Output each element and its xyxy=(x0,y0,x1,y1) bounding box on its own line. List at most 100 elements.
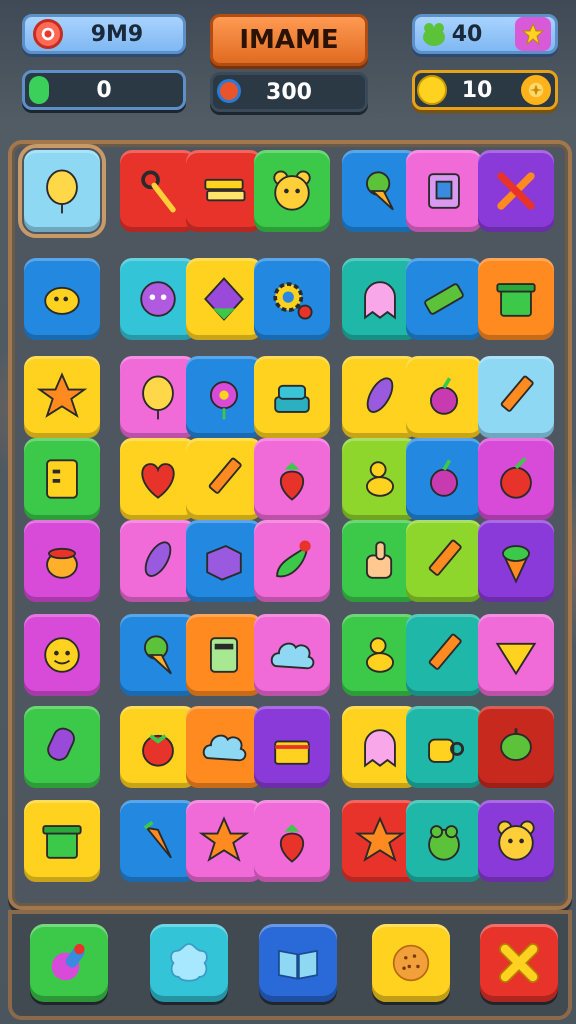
board-tile[interactable] xyxy=(478,258,554,340)
board-tile[interactable] xyxy=(24,800,100,882)
frog-icon xyxy=(428,825,460,861)
board-tile[interactable] xyxy=(478,800,554,882)
pencil-icon xyxy=(208,457,242,494)
chili-icon xyxy=(276,540,311,578)
notebook-icon xyxy=(46,459,78,499)
board-tile[interactable] xyxy=(186,438,262,520)
star-icon xyxy=(198,816,250,862)
star-burst-button[interactable] xyxy=(150,924,228,1002)
board-tile[interactable] xyxy=(186,614,262,696)
book-icon xyxy=(278,949,318,980)
bin-icon xyxy=(496,283,536,317)
cloud-icon xyxy=(270,642,315,670)
box-icon xyxy=(428,173,460,209)
board-tile[interactable] xyxy=(406,614,482,696)
board-tile[interactable] xyxy=(24,706,100,788)
add-coins-icon xyxy=(521,75,551,105)
board-tile[interactable] xyxy=(120,800,196,882)
cookie-button[interactable] xyxy=(372,924,450,1002)
board-tile[interactable] xyxy=(186,258,262,340)
paint-brush-icon xyxy=(51,943,85,981)
thumb-icon xyxy=(366,541,393,579)
gem-icon xyxy=(29,76,49,104)
board-tile[interactable] xyxy=(478,356,554,438)
gems-count: 0 xyxy=(96,77,112,103)
strawberry-icon xyxy=(279,462,305,501)
board-tile[interactable] xyxy=(406,800,482,882)
board-tile[interactable] xyxy=(120,520,196,602)
cookie-icon xyxy=(392,944,430,982)
coin-icon xyxy=(417,75,447,105)
board-tile[interactable] xyxy=(18,144,106,238)
board-tile[interactable] xyxy=(254,258,330,340)
tomato-icon xyxy=(142,734,174,767)
board-tile[interactable] xyxy=(24,258,100,340)
diamond-icon xyxy=(204,277,244,321)
board-tile[interactable] xyxy=(254,800,330,882)
board-tile[interactable] xyxy=(254,706,330,788)
board-tile[interactable] xyxy=(186,706,262,788)
board-tile[interactable] xyxy=(478,520,554,602)
gear-icon xyxy=(273,282,313,320)
board-tile[interactable] xyxy=(120,706,196,788)
board-tile[interactable] xyxy=(120,150,196,232)
lives-pill[interactable]: 40 xyxy=(412,14,558,54)
board-tile[interactable] xyxy=(24,614,100,696)
board-tile[interactable] xyxy=(24,520,100,602)
board-tile[interactable] xyxy=(406,356,482,438)
player-name-pill[interactable]: 9M9 xyxy=(22,14,186,54)
monster-icon xyxy=(140,281,176,317)
frog-icon xyxy=(419,19,449,49)
board-tile[interactable] xyxy=(120,438,196,520)
board-tile[interactable] xyxy=(406,520,482,602)
board-tile[interactable] xyxy=(186,356,262,438)
ghost-icon xyxy=(364,281,396,320)
chip-icon xyxy=(495,642,537,676)
board-tile[interactable] xyxy=(254,614,330,696)
board-tile[interactable] xyxy=(186,800,262,882)
board-tile[interactable] xyxy=(254,150,330,232)
board-tile[interactable] xyxy=(120,356,196,438)
balloon-icon xyxy=(142,375,174,420)
strawberry-icon xyxy=(279,824,305,863)
tools-icon xyxy=(497,172,535,210)
feather-icon xyxy=(366,377,394,413)
board-tile[interactable] xyxy=(120,258,196,340)
board-tile[interactable] xyxy=(406,150,482,232)
balloon-icon xyxy=(46,169,78,214)
coins-pill[interactable]: 10 xyxy=(412,70,558,110)
book-button[interactable] xyxy=(259,924,337,1002)
board-tile[interactable] xyxy=(254,438,330,520)
bottom-toolbar xyxy=(8,910,572,1020)
paint-brush-button[interactable] xyxy=(30,924,108,1002)
player-name: 9M9 xyxy=(90,21,144,47)
board-tile[interactable] xyxy=(478,706,554,788)
cube-icon xyxy=(206,545,242,581)
close-button[interactable] xyxy=(480,924,558,1002)
top-hud: 9M9 IMAME 40 0 300 10 xyxy=(0,0,576,120)
calculator-icon xyxy=(210,637,238,673)
bear-icon xyxy=(497,820,535,861)
board-tile[interactable] xyxy=(478,614,554,696)
board-tile[interactable] xyxy=(24,356,100,438)
cup-icon xyxy=(428,738,465,763)
board-tile[interactable] xyxy=(406,706,482,788)
board-tile[interactable] xyxy=(120,614,196,696)
lives-count: 40 xyxy=(451,21,483,47)
board-tile[interactable] xyxy=(186,520,262,602)
score-pill: 300 xyxy=(210,72,368,112)
flower-icon xyxy=(210,381,238,420)
board-tile[interactable] xyxy=(478,150,554,232)
board-tile[interactable] xyxy=(406,258,482,340)
board-tile[interactable] xyxy=(254,356,330,438)
board-tile[interactable] xyxy=(406,438,482,520)
heart-icon xyxy=(141,463,175,499)
tile-board xyxy=(8,140,572,910)
board-tile[interactable] xyxy=(478,438,554,520)
board-tile[interactable] xyxy=(24,438,100,520)
pin-icon xyxy=(141,170,176,213)
board-tile[interactable] xyxy=(254,520,330,602)
board-tile[interactable] xyxy=(186,150,262,232)
pencil-icon xyxy=(428,633,462,670)
score-value: 300 xyxy=(266,79,312,105)
